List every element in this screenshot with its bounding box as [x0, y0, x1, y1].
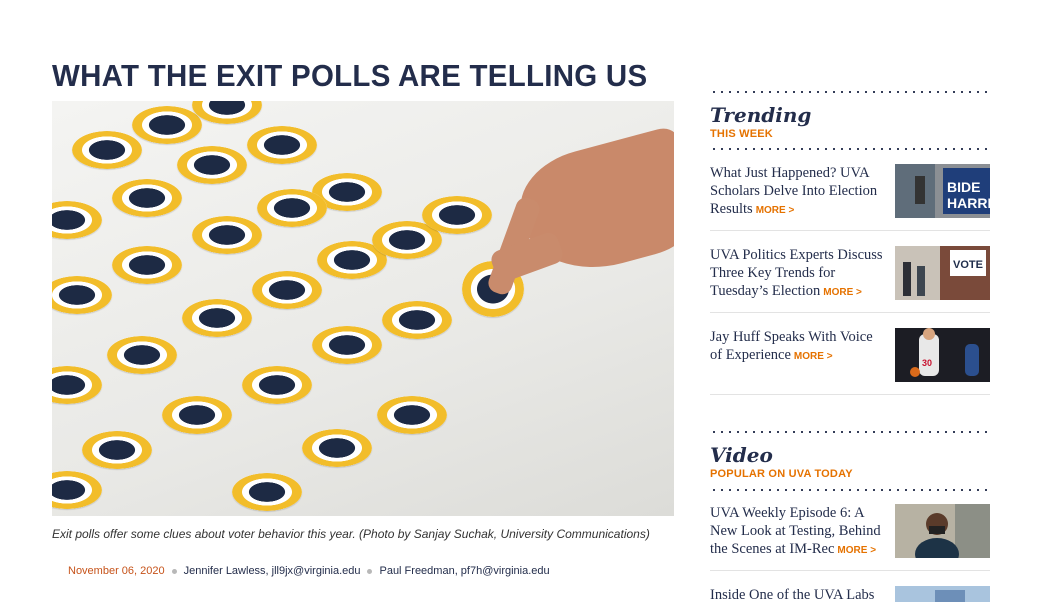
separator-dot: [367, 568, 373, 574]
story-divider: [710, 230, 990, 231]
video-thumbnail[interactable]: [895, 504, 990, 558]
article-hero-image: [52, 101, 674, 516]
image-caption: Exit polls offer some clues about voter …: [52, 527, 650, 541]
site-logo[interactable]: [420, 0, 630, 8]
story-thumbnail[interactable]: BIDE HARRI: [895, 164, 990, 218]
trending-top-rule: [710, 91, 990, 93]
more-link[interactable]: MORE >: [756, 205, 795, 216]
article-headline: WHAT THE EXIT POLLS ARE TELLING US: [52, 58, 648, 93]
video-subtitle: POPULAR ON UVA TODAY: [710, 468, 853, 480]
article-meta: November 06, 2020 Jennifer Lawless, jll9…: [68, 565, 550, 577]
more-link[interactable]: MORE >: [837, 545, 876, 556]
trending-bottom-rule: [710, 148, 990, 150]
more-link[interactable]: MORE >: [794, 351, 833, 362]
story-divider: [710, 570, 990, 571]
separator-dot: [171, 568, 177, 574]
more-link[interactable]: MORE >: [823, 287, 862, 298]
trending-subtitle: THIS WEEK: [710, 128, 773, 140]
story-thumbnail[interactable]: 30: [895, 328, 990, 382]
video-bottom-rule: [710, 489, 990, 491]
video-top-rule: [710, 431, 990, 433]
svg-text:BIDE: BIDE: [947, 179, 980, 195]
story-divider: [710, 394, 990, 395]
video-thumbnail[interactable]: [895, 586, 990, 602]
author-link-lawless[interactable]: Jennifer Lawless, jll9jx@virginia.edu: [184, 565, 361, 577]
svg-text:HARRI: HARRI: [947, 195, 990, 211]
author-link-freedman[interactable]: Paul Freedman, pf7h@virginia.edu: [379, 565, 549, 577]
video-title: Video: [710, 443, 773, 467]
svg-text:VOTE: VOTE: [953, 259, 983, 271]
trending-title: Trending: [710, 103, 812, 127]
publish-date: November 06, 2020: [68, 565, 165, 577]
story-title[interactable]: Jay Huff Speaks With Voice of Experience: [710, 329, 873, 363]
story-thumbnail[interactable]: VOTE: [895, 246, 990, 300]
svg-text:30: 30: [922, 358, 932, 368]
story-divider: [710, 312, 990, 313]
story-title[interactable]: Inside One of the UVA Labs: [710, 587, 874, 602]
